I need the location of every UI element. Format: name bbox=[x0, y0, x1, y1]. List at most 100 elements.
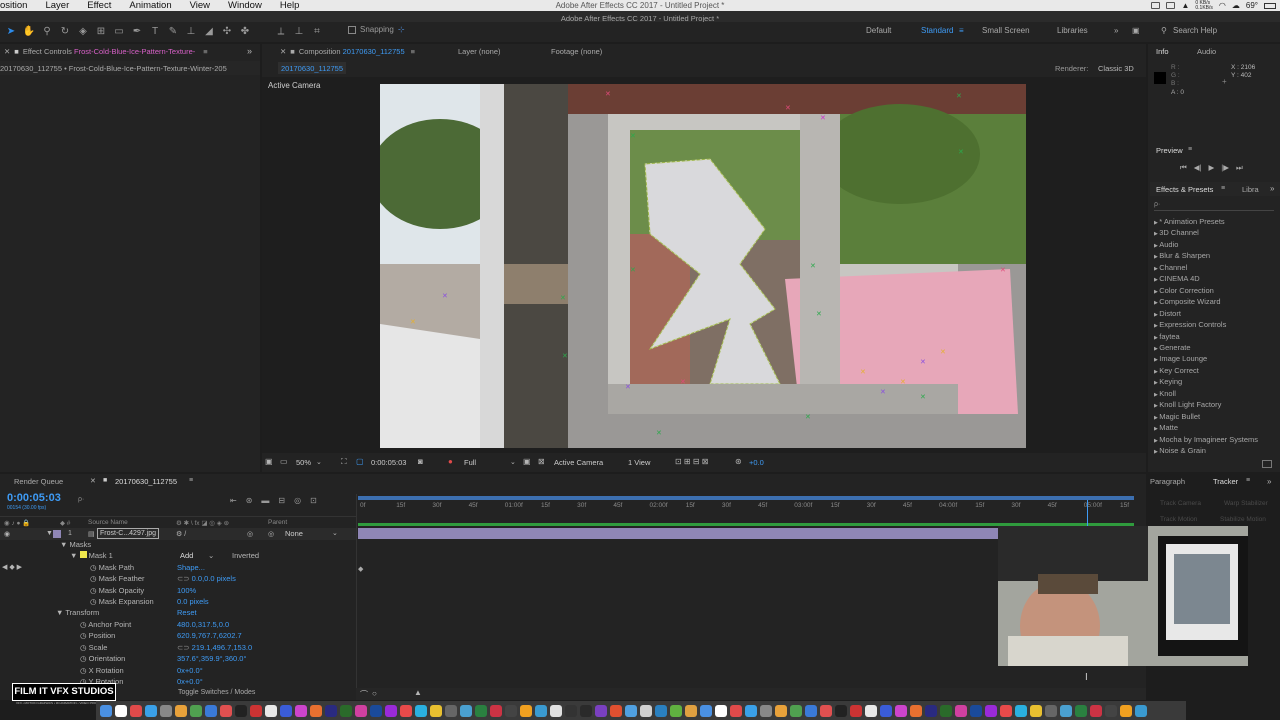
warp-stabilizer-button[interactable]: Warp Stabilizer bbox=[1224, 500, 1268, 507]
parent-select[interactable]: None bbox=[285, 529, 303, 538]
dock-app-icon[interactable] bbox=[1045, 704, 1057, 717]
track-camera-button[interactable]: Track Camera bbox=[1160, 500, 1201, 507]
prev-frame-icon[interactable]: ◀| bbox=[1194, 163, 1202, 173]
work-area-bar[interactable] bbox=[358, 496, 1134, 500]
workspace-layout-icon[interactable]: ▣ bbox=[1132, 26, 1140, 35]
play-icon[interactable]: ▶ bbox=[1208, 163, 1214, 173]
panel-menu-icon[interactable]: ≡ bbox=[203, 47, 207, 56]
footage-tab[interactable]: Footage (none) bbox=[551, 44, 602, 58]
mask-1-row[interactable]: ▼ Mask 1 bbox=[70, 551, 113, 562]
dock-app-icon[interactable] bbox=[220, 704, 232, 717]
dock-app-icon[interactable] bbox=[1090, 704, 1102, 717]
always-preview-icon[interactable]: ▣ bbox=[265, 457, 273, 466]
menu-view[interactable]: View bbox=[190, 0, 210, 11]
panel-expand-icon[interactable]: » bbox=[247, 46, 252, 56]
layer-row[interactable]: ◉ ▼ 1 ▤ Frost-C...4297.jpg ⚙ / ◎ ◎ None … bbox=[0, 528, 356, 540]
dock-app-icon[interactable] bbox=[520, 704, 532, 717]
mask-expansion-row[interactable]: ◷ Mask Expansion bbox=[90, 597, 154, 608]
mask-path-row[interactable]: ◷ Mask Path bbox=[90, 563, 134, 574]
puppet-tool-icon[interactable]: ✤ bbox=[238, 26, 252, 38]
dock-app-icon[interactable] bbox=[310, 704, 322, 717]
close-icon[interactable]: ✕ bbox=[90, 477, 96, 485]
composition-tab[interactable]: ✕ ■ Composition 20170630_112755 ≡ bbox=[280, 44, 415, 58]
dock-app-icon[interactable] bbox=[355, 704, 367, 717]
effect-category-item[interactable]: ▶ Magic Bullet bbox=[1154, 412, 1200, 421]
effect-category-item[interactable]: ▶ Generate bbox=[1154, 343, 1191, 352]
y-rotation-value[interactable]: 0x+0.0° bbox=[177, 677, 203, 688]
zoom-in-icon[interactable]: ▲ bbox=[414, 688, 422, 697]
snapping-toggle[interactable]: Snapping ⊹ bbox=[348, 25, 405, 34]
dock-app-icon[interactable] bbox=[595, 704, 607, 717]
pan-behind-tool-icon[interactable]: ⊞ bbox=[94, 26, 108, 38]
menu-animation[interactable]: Animation bbox=[129, 0, 171, 11]
dock-app-icon[interactable] bbox=[505, 704, 517, 717]
selection-tool-icon[interactable]: ➤ bbox=[4, 26, 18, 38]
twirl-icon[interactable]: ▼ bbox=[56, 608, 65, 617]
masks-group[interactable]: ▼ Masks bbox=[60, 540, 91, 551]
dock-app-icon[interactable] bbox=[760, 704, 772, 717]
dock-app-icon[interactable] bbox=[610, 704, 622, 717]
dock-app-icon[interactable] bbox=[955, 704, 967, 717]
dock-app-icon[interactable] bbox=[580, 704, 592, 717]
stabilize-motion-button[interactable]: Stabilize Motion bbox=[1220, 516, 1266, 523]
keyframe-nav-icon[interactable]: ◀ ◆ ▶ bbox=[2, 563, 22, 571]
dock-app-icon[interactable] bbox=[1015, 704, 1027, 717]
dock-app-icon[interactable] bbox=[205, 704, 217, 717]
dock-app-icon[interactable] bbox=[130, 704, 142, 717]
effect-category-item[interactable]: ▶ Audio bbox=[1154, 240, 1178, 249]
3d-layer-icon[interactable]: ◎ bbox=[247, 530, 253, 538]
effect-category-item[interactable]: ▶ Blur & Sharpen bbox=[1154, 251, 1210, 260]
next-frame-icon[interactable]: |▶ bbox=[1221, 163, 1229, 173]
dock-app-icon[interactable] bbox=[490, 704, 502, 717]
menu-effect[interactable]: Effect bbox=[87, 0, 111, 11]
effect-category-item[interactable]: ▶ Mocha by Imagineer Systems bbox=[1154, 435, 1258, 444]
position-value[interactable]: 620.9,767.7,6202.7 bbox=[177, 631, 242, 642]
twirl-icon[interactable]: ▼ bbox=[60, 540, 70, 549]
timeline-search-input[interactable]: ρ· bbox=[78, 496, 84, 503]
view-layout-select[interactable]: 1 View bbox=[628, 458, 650, 467]
viewer-timecode[interactable]: 0:00:05:03 bbox=[371, 458, 406, 467]
effect-category-item[interactable]: ▶ Distort bbox=[1154, 309, 1181, 318]
panel-menu-icon[interactable]: ≡ bbox=[189, 477, 193, 484]
search-help[interactable]: Search Help bbox=[1173, 26, 1217, 35]
effect-controls-tab[interactable]: ✕ ■ Effect Controls Frost-Cold-Blue-Ice-… bbox=[4, 44, 208, 58]
transparency-grid-icon[interactable]: ⊠ bbox=[538, 457, 545, 466]
dock-app-icon[interactable] bbox=[445, 704, 457, 717]
hand-tool-icon[interactable]: ✋ bbox=[22, 26, 36, 38]
panel-menu-icon[interactable]: ≡ bbox=[1221, 185, 1225, 192]
mask-path-value[interactable]: Shape... bbox=[177, 563, 205, 574]
effects-search-input[interactable]: ρ· bbox=[1154, 201, 1274, 211]
fit-icon[interactable]: ⛶ bbox=[341, 457, 347, 467]
mask-mode-select[interactable]: Add bbox=[180, 551, 193, 562]
zoom-select[interactable]: 50% bbox=[296, 458, 311, 467]
dock-app-icon[interactable] bbox=[550, 704, 562, 717]
last-frame-icon[interactable]: ⏭ bbox=[1236, 163, 1243, 173]
dock-app-icon[interactable] bbox=[250, 704, 262, 717]
dock-app-icon[interactable] bbox=[625, 704, 637, 717]
wifi-icon[interactable]: ◠ bbox=[1219, 1, 1226, 10]
layer-switches-icon[interactable]: ⚙ / bbox=[176, 530, 186, 538]
footage-frame[interactable]: ✕ ✕ ✕ ✕ ✕ ✕ ✕ ✕ ✕ ✕ ✕ ✕ ✕ ✕ ✕ ✕ ✕ ✕ ✕ ✕ … bbox=[380, 84, 1026, 448]
mask-1-label[interactable]: Mask 1 bbox=[89, 551, 113, 560]
more-workspaces-icon[interactable]: » bbox=[1114, 26, 1118, 35]
dock-app-icon[interactable] bbox=[910, 704, 922, 717]
menu-position[interactable]: osition bbox=[0, 0, 27, 11]
effect-category-item[interactable]: ▶ CINEMA 4D bbox=[1154, 274, 1200, 283]
effect-category-item[interactable]: ▶ * Animation Presets bbox=[1154, 217, 1225, 226]
dock-app-icon[interactable] bbox=[775, 704, 787, 717]
mask-opacity-row[interactable]: ◷ Mask Opacity bbox=[90, 586, 144, 597]
stopwatch-icon[interactable]: ◷ bbox=[80, 620, 88, 629]
effect-category-item[interactable]: ▶ Keying bbox=[1154, 377, 1182, 386]
dock-app-icon[interactable] bbox=[970, 704, 982, 717]
resolution-dropdown-icon[interactable]: ⌄ bbox=[510, 458, 516, 466]
dock-app-icon[interactable] bbox=[1075, 704, 1087, 717]
type-tool-icon[interactable]: T bbox=[148, 26, 162, 38]
clone-tool-icon[interactable]: ⊥ bbox=[184, 26, 198, 38]
pick-whip-icon[interactable]: ◎ bbox=[268, 530, 274, 538]
dock-app-icon[interactable] bbox=[325, 704, 337, 717]
dock-app-icon[interactable] bbox=[415, 704, 427, 717]
workspace-standard[interactable]: Standard bbox=[921, 26, 953, 35]
link-icon[interactable]: ⊂⊃ bbox=[177, 574, 192, 583]
graph-editor-icon[interactable]: ⊡ bbox=[310, 496, 317, 505]
effect-category-item[interactable]: ▶ Expression Controls bbox=[1154, 320, 1226, 329]
